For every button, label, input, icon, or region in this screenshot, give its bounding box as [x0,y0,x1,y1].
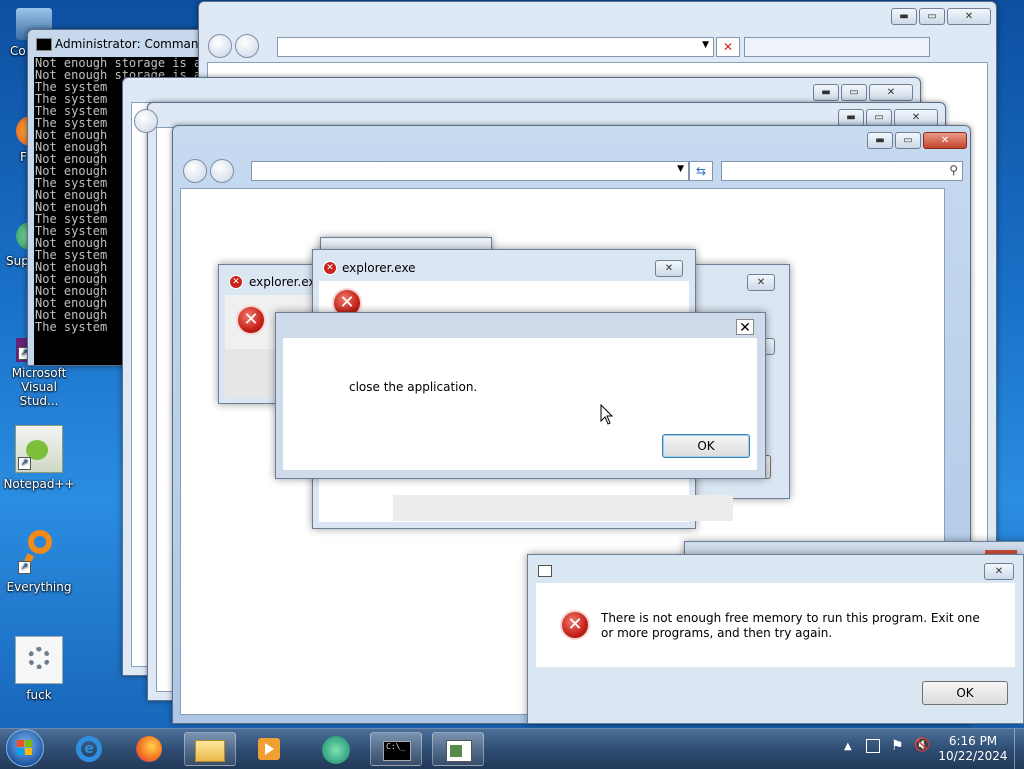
action-center-flag-icon[interactable]: ⚑ [891,738,904,754]
shortcut-arrow-icon: ↗ [18,457,31,470]
taskbar-command-prompt[interactable]: C:\_ [370,732,422,766]
folder-icon [195,740,225,762]
desktop-icon-label: Microsoft Visual Stud... [11,366,67,408]
dialog-body: ✕ There is not enough free memory to run… [536,583,1015,667]
minimize-button[interactable]: ▬ [813,84,839,101]
minimize-button[interactable]: ▬ [891,8,917,25]
maximize-button[interactable]: ▭ [866,109,892,126]
window-app-icon [446,740,472,762]
memory-error-dialog[interactable]: ✕ ✕ There is not enough free memory to r… [527,554,1024,724]
forward-button[interactable] [210,159,234,183]
close-button[interactable]: ✕ [894,109,938,126]
dropdown-arrow-icon[interactable]: ▼ [677,164,684,174]
taskbar-media-player[interactable] [244,732,296,766]
close-button[interactable]: ✕ [869,84,913,101]
dialog-body: close the application. OK [283,338,757,470]
maximize-button[interactable]: ▭ [919,8,945,25]
desktop-icon-notepad-plus-plus[interactable]: ↗ Notepad++ [2,425,76,491]
error-icon: ✕ [560,610,590,640]
caption-buttons: ▬ ▭ ✕ [838,109,938,126]
taskbar-app-green[interactable] [310,732,362,766]
cmd-icon: C:\_ [383,741,411,761]
ok-button[interactable]: OK [662,434,750,458]
stop-icon[interactable]: ✕ [716,37,740,57]
address-bar[interactable]: ▼ [251,161,689,181]
cmd-icon [36,38,52,51]
start-button[interactable] [6,729,44,767]
media-player-icon [258,738,280,760]
caption-buttons: ▬ ▭ ✕ [813,84,913,101]
desktop-icon-fuck[interactable]: fuck [2,636,76,702]
clock-time: 6:16 PM [948,734,998,748]
address-bar[interactable]: ▼ [277,37,714,57]
close-button[interactable]: ✕ [655,260,683,277]
desktop-icon-label: Notepad++ [3,477,75,491]
back-button[interactable] [208,34,232,58]
dialog-close-button[interactable]: ✕ [984,563,1014,580]
media-app-icon [322,736,350,764]
network-icon[interactable] [866,739,880,753]
search-box[interactable]: ⚲ [721,161,963,181]
search-box[interactable] [744,37,930,57]
dialog-title: explorer.exe [342,261,416,275]
window-icon [538,565,552,577]
minimize-button[interactable]: ▬ [867,132,893,149]
notepad-plus-plus-icon: ↗ [15,425,63,473]
taskbar-dialog-app[interactable] [432,732,484,766]
internet-explorer-icon: e [76,736,102,762]
dropdown-arrow-icon[interactable]: ▼ [702,40,709,50]
firefox-icon [136,736,162,762]
taskbar: e C:\_ ▲ ⚑ 🔇 6:16 PM 10/22/2024 [0,728,1024,769]
settings-file-icon [15,636,63,684]
dialog-message: close the application. [349,380,478,394]
desktop-icon-label: Everything [6,580,72,594]
mouse-cursor-icon [600,404,614,425]
volume-muted-icon[interactable]: 🔇 [914,738,930,753]
desktop-icon-label: fuck [26,688,52,702]
close-button[interactable]: ✕ [747,274,775,291]
show-hidden-icons-button[interactable]: ▲ [844,741,852,752]
taskbar-internet-explorer[interactable]: e [64,732,116,766]
taskbar-firefox[interactable] [124,732,176,766]
clock[interactable]: 6:16 PM 10/22/2024 [938,734,1008,764]
dialog-footer [393,495,733,521]
application-close-dialog[interactable]: ✕ close the application. OK [275,312,766,479]
dialog-close-button[interactable]: ✕ [736,319,754,336]
back-button[interactable] [183,159,207,183]
forward-button[interactable] [235,34,259,58]
error-icon: ✕ [229,275,243,289]
minimize-button[interactable]: ▬ [838,109,864,126]
dialog-message: There is not enough free memory to run t… [601,611,980,640]
maximize-button[interactable]: ▭ [895,132,921,149]
caption-buttons: ▬ ▭ ✕ [891,8,991,25]
caption-buttons: ▬ ▭ ✕ [867,132,967,149]
refresh-icon[interactable]: ⇆ [689,161,713,181]
search-icon: ⚲ [949,163,958,177]
show-desktop-button[interactable] [1014,729,1024,769]
everything-search-icon: ↗ [16,530,62,576]
close-button[interactable]: ✕ [923,132,967,149]
desktop-icon-everything[interactable]: ↗ Everything [2,530,76,594]
error-icon: ✕ [236,305,266,335]
back-button[interactable] [134,109,158,133]
close-button[interactable]: ✕ [947,8,991,25]
cmd-title: Administrator: Command [55,37,207,51]
clock-date: 10/22/2024 [938,749,1008,763]
taskbar-file-explorer[interactable] [184,732,236,766]
ok-button[interactable]: OK [922,681,1008,705]
error-icon: ✕ [323,261,337,275]
maximize-button[interactable]: ▭ [841,84,867,101]
windows-logo-icon [17,740,33,756]
shortcut-arrow-icon: ↗ [18,561,31,574]
